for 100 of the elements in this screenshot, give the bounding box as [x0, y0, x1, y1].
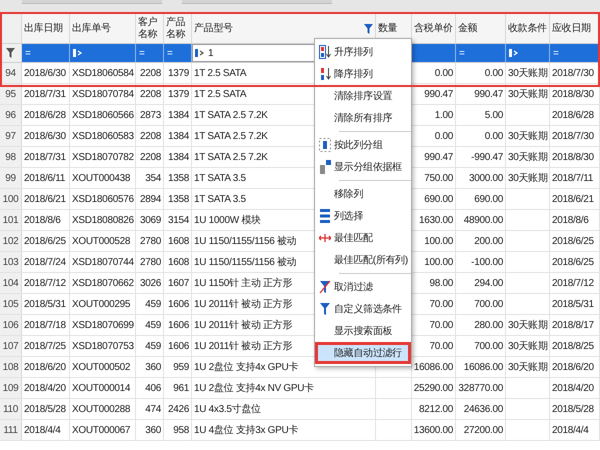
table-cell-text: 690.00 — [474, 192, 503, 206]
column-header[interactable]: 出库日期 — [22, 14, 70, 43]
table-cell-text: 2018/8/30 — [552, 150, 594, 164]
filter-cell[interactable]: = — [136, 44, 164, 62]
column-header[interactable]: 产品名称 — [164, 14, 192, 43]
table-cell-text: 2018/8/6 — [552, 214, 589, 228]
menu-item[interactable]: 清除排序设置 — [315, 85, 411, 107]
table-cell-text: 0.00 — [484, 130, 503, 144]
table-cell-text: 3000.00 — [468, 172, 503, 186]
menu-item[interactable]: 取消过滤 — [315, 276, 411, 298]
table-cell-text: 2018/4/20 — [552, 382, 594, 396]
table-cell-text: 958 — [173, 424, 189, 438]
filter-cell[interactable]: = — [550, 44, 600, 62]
table-cell-text: 750.00 — [424, 172, 453, 186]
table-cell-text: 2018/7/31 — [24, 150, 66, 164]
column-header[interactable]: 出库单号 — [70, 14, 136, 43]
filter-cell[interactable]: = — [22, 44, 70, 62]
table-cell-text: 2018/6/21 — [552, 192, 594, 206]
table-cell-text: 3026 — [140, 276, 161, 290]
table-cell-text: XSD18060576 — [72, 192, 134, 206]
table-cell-text: 2780 — [140, 256, 161, 270]
table-cell-text: 2018/8/25 — [552, 340, 594, 354]
table-cell-text: 2018/6/30 — [24, 130, 66, 144]
table-cell-text: 1608 — [168, 256, 189, 270]
table-cell-text: 30天账期 — [508, 88, 548, 102]
menu-item[interactable]: 自定义筛选条件 — [315, 298, 411, 320]
table-cell-text: XSD18070662 — [72, 276, 134, 290]
column-header[interactable]: 应收日期 — [550, 14, 600, 43]
column-header[interactable]: 金额 — [456, 14, 506, 43]
menu-item[interactable]: 降序排列 — [315, 63, 411, 85]
menu-item[interactable]: 按此列分组 — [315, 134, 411, 156]
menu-item[interactable]: 隐藏自动过滤行 — [315, 342, 411, 364]
table-cell-text: 1T 2.5 SATA — [194, 88, 246, 102]
table-cell-text: 2018/7/12 — [552, 276, 594, 290]
table-cell-text: 200.00 — [474, 234, 503, 248]
table-cell-text: 2018/4/4 — [552, 424, 589, 438]
table-cell-text: XSD18070782 — [72, 150, 134, 164]
menu-item[interactable]: 清除所有排序 — [315, 107, 411, 129]
row-number: 108 — [0, 357, 22, 377]
table-cell-text: 1U 1150针 主动 正方形 — [194, 276, 292, 290]
table-cell-text: 1T SATA 2.5 7.2K — [194, 150, 268, 164]
table-cell-text: 2018/8/6 — [24, 214, 61, 228]
table-cell-text: 700.00 — [474, 340, 503, 354]
filter-value: 1 — [208, 46, 214, 60]
menu-item[interactable]: 显示分组依据框 — [315, 156, 411, 178]
filter-cell[interactable]: = — [164, 44, 192, 62]
table-cell-text: 1630.00 — [418, 214, 453, 228]
table-cell-text: 8212.00 — [418, 402, 453, 416]
column-header[interactable]: 客户名称 — [136, 14, 164, 43]
table-cell-text: 1384 — [168, 130, 189, 144]
row-number: 105 — [0, 294, 22, 314]
table-cell-text: 1379 — [168, 66, 189, 80]
table-cell-text: XOUT000528 — [72, 234, 130, 248]
table-cell-text: 2018/7/30 — [552, 130, 594, 144]
table-cell-text: 70.00 — [429, 340, 453, 354]
column-header[interactable]: 收款条件 — [506, 14, 550, 43]
table-cell-text: 16086.00 — [464, 360, 503, 374]
table-cell-text: XOUT000288 — [72, 402, 130, 416]
table-cell-text: 70.00 — [429, 318, 453, 332]
table-cell-text: 1.00 — [434, 108, 453, 122]
table-cell-text: 1606 — [168, 340, 189, 354]
menu-item[interactable]: 显示搜索面板 — [315, 320, 411, 342]
row-number: 101 — [0, 210, 22, 230]
table-cell-text: 700.00 — [474, 298, 503, 312]
menu-item[interactable]: 最佳匹配 — [315, 227, 411, 249]
table-cell-text: 100.00 — [424, 234, 453, 248]
table-cell-text: 30天账期 — [508, 360, 548, 374]
menu-item[interactable]: 移除列 — [315, 183, 411, 205]
table-cell-text: 2018/7/31 — [24, 88, 66, 102]
row-number: 98 — [0, 147, 22, 167]
table-cell-text: 30天账期 — [508, 340, 548, 354]
table-cell-text: 2018/5/31 — [24, 298, 66, 312]
filter-cell[interactable]: = — [456, 44, 506, 62]
table-cell-text: 2018/6/30 — [24, 66, 66, 80]
row-number: 107 — [0, 336, 22, 356]
table-cell-text: XSD18070784 — [72, 88, 134, 102]
row-number: 100 — [0, 189, 22, 209]
menu-item[interactable]: 列选择 — [315, 205, 411, 227]
table-cell-text: 294.00 — [474, 276, 503, 290]
table-cell-text: 0.00 — [434, 130, 453, 144]
table-cell-text: 990.47 — [424, 88, 453, 102]
table-cell-text: 30天账期 — [508, 318, 548, 332]
table-cell-text: 2018/4/20 — [24, 382, 66, 396]
table-cell-text: 2018/7/12 — [24, 276, 66, 290]
table-cell-text: 2018/6/28 — [24, 108, 66, 122]
table-cell-text: 1384 — [168, 150, 189, 164]
table-cell-text: 690.00 — [424, 192, 453, 206]
menu-item[interactable]: 最佳匹配(所有列) — [315, 249, 411, 271]
table-cell-text: 406 — [145, 382, 161, 396]
table-cell-text: 1U 1150/1155/1156 被动 — [194, 256, 296, 270]
table-cell-text: XOUT000502 — [72, 360, 130, 374]
table-cell-text: 2018/7/11 — [552, 172, 594, 186]
table-cell-text: 1379 — [168, 88, 189, 102]
table-cell-text: 1U 2011针 被动 正方形 — [194, 318, 292, 332]
table-cell-text: 5.00 — [484, 108, 503, 122]
table-cell-text: 459 — [145, 298, 161, 312]
table-cell-text: 2018/7/25 — [24, 340, 66, 354]
table-cell-text: 360 — [145, 424, 161, 438]
table-cell-text: 70.00 — [429, 298, 453, 312]
table-cell-text: 2018/7/30 — [552, 66, 594, 80]
